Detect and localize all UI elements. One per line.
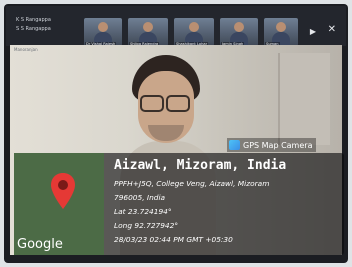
map-thumbnail: Google	[14, 153, 104, 255]
participant-tile[interactable]: Shashikant Lohar	[174, 18, 214, 46]
participant-name-list: K S Rangappa S S Rangappa	[16, 16, 76, 42]
glasses-right-lens	[166, 95, 190, 112]
participant-tile[interactable]: Suman	[264, 18, 298, 46]
background-door	[278, 53, 330, 145]
latitude-text: Lat 23.724194°	[114, 207, 172, 216]
map-pin-icon	[51, 173, 75, 209]
gps-camera-badge: GPS Map Camera	[227, 138, 317, 152]
location-title: Aizawl, Mizoram, India	[114, 158, 287, 173]
address-line-1: PPFH+J5Q, College Veng, Aizawl, Mizoram	[114, 179, 270, 188]
gps-camera-app-name: GPS Map Camera	[243, 140, 313, 150]
participant-head	[189, 22, 199, 32]
participant-tile[interactable]: Shilpa Rajendra	[128, 18, 168, 46]
glasses-left-lens	[140, 95, 164, 112]
meeting-participant-strip: K S Rangappa S S Rangappa Dr Vishal Raje…	[6, 6, 346, 46]
participant-name: S S Rangappa	[16, 26, 51, 32]
participant-head	[276, 22, 286, 32]
speaker-name-label: Manoranjan	[14, 47, 38, 52]
arrow-right-icon[interactable]: ▶	[310, 27, 316, 36]
participant-name: K S Rangappa	[16, 17, 51, 23]
participant-head	[143, 22, 153, 32]
longitude-text: Long 92.727942°	[114, 221, 179, 230]
map-brand-label: Google	[17, 237, 63, 252]
close-icon[interactable]: ✕	[328, 24, 336, 35]
gps-camera-icon	[229, 140, 240, 150]
participant-tile[interactable]: Dr Vishal Rajesh	[84, 18, 122, 46]
address-line-2: 796005, India	[114, 193, 166, 202]
participant-tile[interactable]: Jamin Singh	[220, 18, 258, 46]
datetime-text: 28/03/23 02:44 PM GMT +05:30	[114, 235, 233, 244]
participant-head	[98, 22, 108, 32]
participant-head	[234, 22, 244, 32]
